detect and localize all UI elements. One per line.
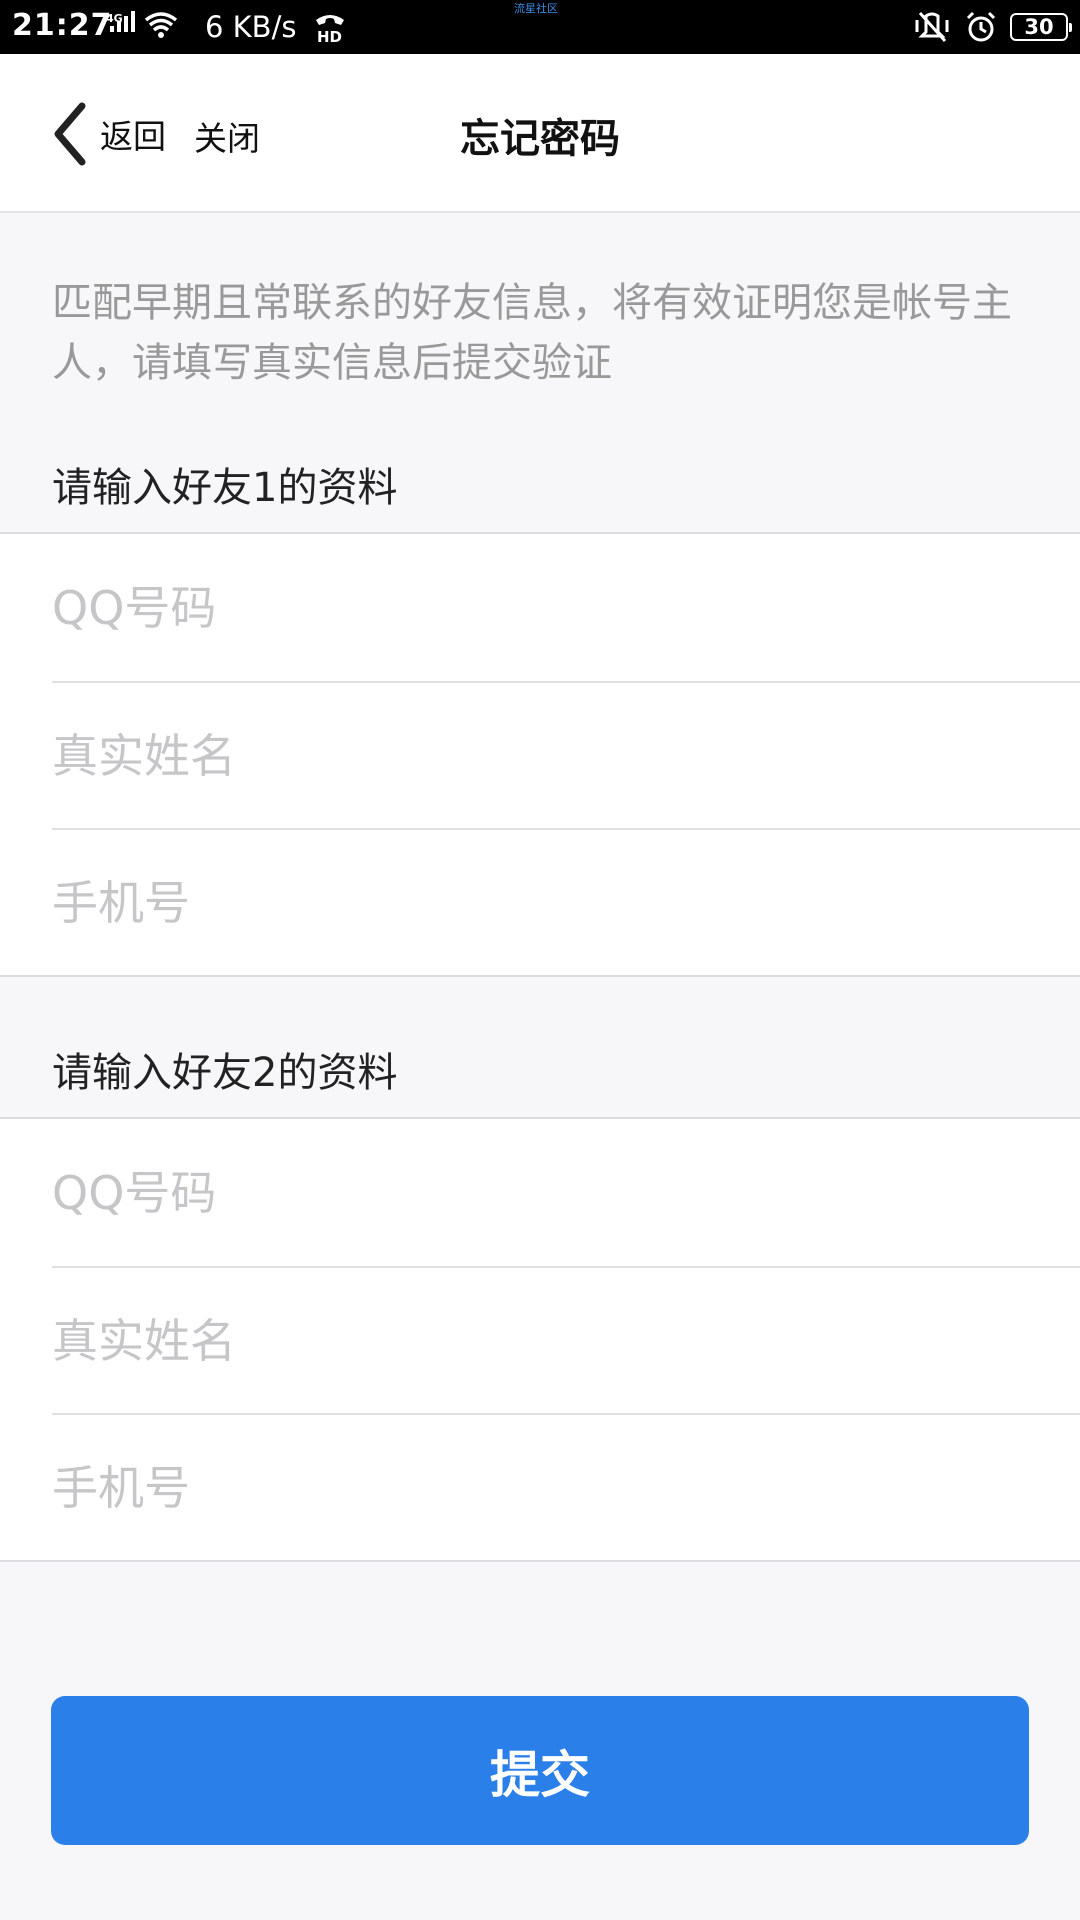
status-time: 21:27: [12, 8, 113, 43]
battery-icon: 30: [1010, 13, 1072, 41]
friend2-form: [0, 1117, 1080, 1562]
friend1-name-field: [52, 681, 1080, 828]
friend1-qq-input[interactable]: [52, 580, 1080, 635]
friend1-name-input[interactable]: [52, 728, 1080, 783]
signal-icon: 4G: [106, 11, 178, 38]
network-speed: 6 KB/s: [205, 10, 297, 44]
friend1-phone-input[interactable]: [52, 875, 1080, 930]
status-center-text: 流星社区: [514, 2, 558, 15]
friend2-section-title: 请输入好友2的资料: [52, 1050, 398, 1096]
friend1-phone-field: [52, 828, 1080, 975]
alarm-icon: [966, 11, 996, 42]
friend1-section-title: 请输入好友1的资料: [52, 465, 398, 511]
page-title: 忘记密码: [460, 116, 620, 162]
friend2-name-field: [52, 1266, 1080, 1413]
friend2-qq-field: [52, 1119, 1080, 1266]
friend2-phone-input[interactable]: [52, 1460, 1080, 1515]
friend2-name-input[interactable]: [52, 1313, 1080, 1368]
status-bar: 21:27 4G 6 KB/s HD 流星社区 30: [0, 0, 1080, 54]
battery-level: 30: [1024, 15, 1054, 39]
svg-text:HD: HD: [317, 28, 342, 44]
hd-call-icon: HD: [316, 15, 344, 44]
friend1-form: [0, 532, 1080, 977]
friend2-phone-field: [52, 1413, 1080, 1560]
friend2-qq-input[interactable]: [52, 1165, 1080, 1220]
nav-bar: 返回 关闭 忘记密码: [0, 54, 1080, 213]
description-text: 匹配早期且常联系的好友信息，将有效证明您是帐号主人，请填写真实信息后提交验证: [52, 280, 1012, 386]
friend1-qq-field: [52, 534, 1080, 681]
submit-button[interactable]: 提交: [51, 1696, 1029, 1845]
vibrate-icon: [915, 12, 949, 42]
